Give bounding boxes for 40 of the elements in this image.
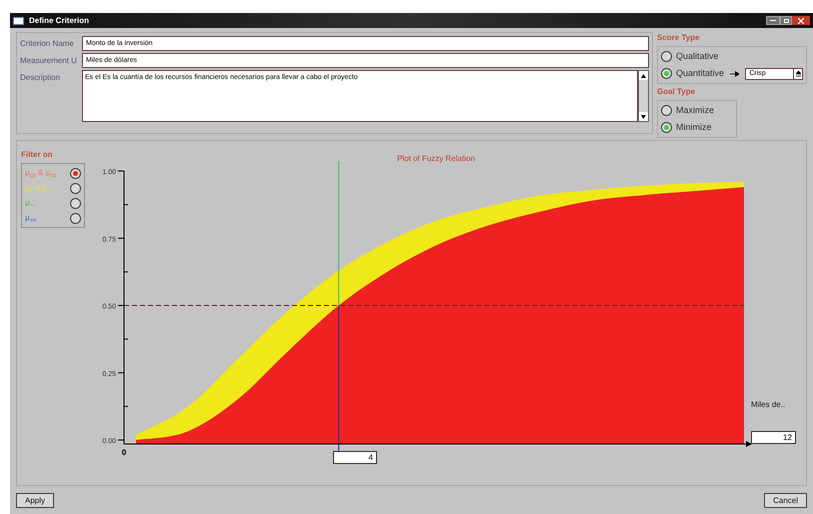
group-title: Score Type [657,32,701,44]
cursor-line[interactable] [338,305,340,452]
arrow-icon [730,71,740,77]
origin-label: 0 [122,448,126,457]
option-label: Quantitative [676,66,724,80]
filter-title: Filter on [21,149,54,161]
dialog-button[interactable]: Apply [16,493,54,508]
radio-button[interactable] [661,51,672,62]
scroll-down-icon[interactable] [639,112,648,121]
cursor-value-field[interactable]: 4 [332,451,377,464]
window-icon [13,16,24,24]
dialog-button[interactable]: Cancel [764,493,807,508]
radio-button[interactable] [70,182,81,194]
radio-button[interactable] [661,105,672,116]
minimize-icon[interactable] [766,16,780,25]
option-label: Minimize [676,120,712,134]
field-label: Measurement U [20,55,78,67]
radio-button[interactable] [70,198,81,208]
close-icon[interactable] [792,16,810,25]
unit-label: Miles de.. [750,399,786,411]
radio-button[interactable] [661,122,672,133]
radio-button[interactable] [70,168,81,178]
legend-label: μ$_{c}$ & μ$_{c}$ [25,182,50,194]
group-title: Goal Type [657,86,696,98]
radio-button[interactable] [70,212,81,224]
scroll-up-icon[interactable] [639,71,648,80]
dropdown-icon[interactable] [793,69,802,79]
scrollbar[interactable] [638,70,649,122]
field-label: Description [20,72,62,84]
legend-label: μ$_{==}$ [25,212,37,224]
legend-label: μ$_{cp}$ & μ$_{cs}$ [25,167,56,179]
option-label: Maximize [676,104,714,117]
chart-title: Plot of Fuzzy Relation [397,154,475,163]
field-label: Criterion Name [20,38,75,50]
radio-button[interactable] [661,68,672,79]
maximize-icon[interactable] [780,16,792,25]
max-value-field[interactable]: 12 [750,431,796,444]
option-label: Qualitative [676,50,719,63]
legend-label: μ$_{∼}$ [25,197,35,209]
window-title: Define Criterion [29,14,90,26]
